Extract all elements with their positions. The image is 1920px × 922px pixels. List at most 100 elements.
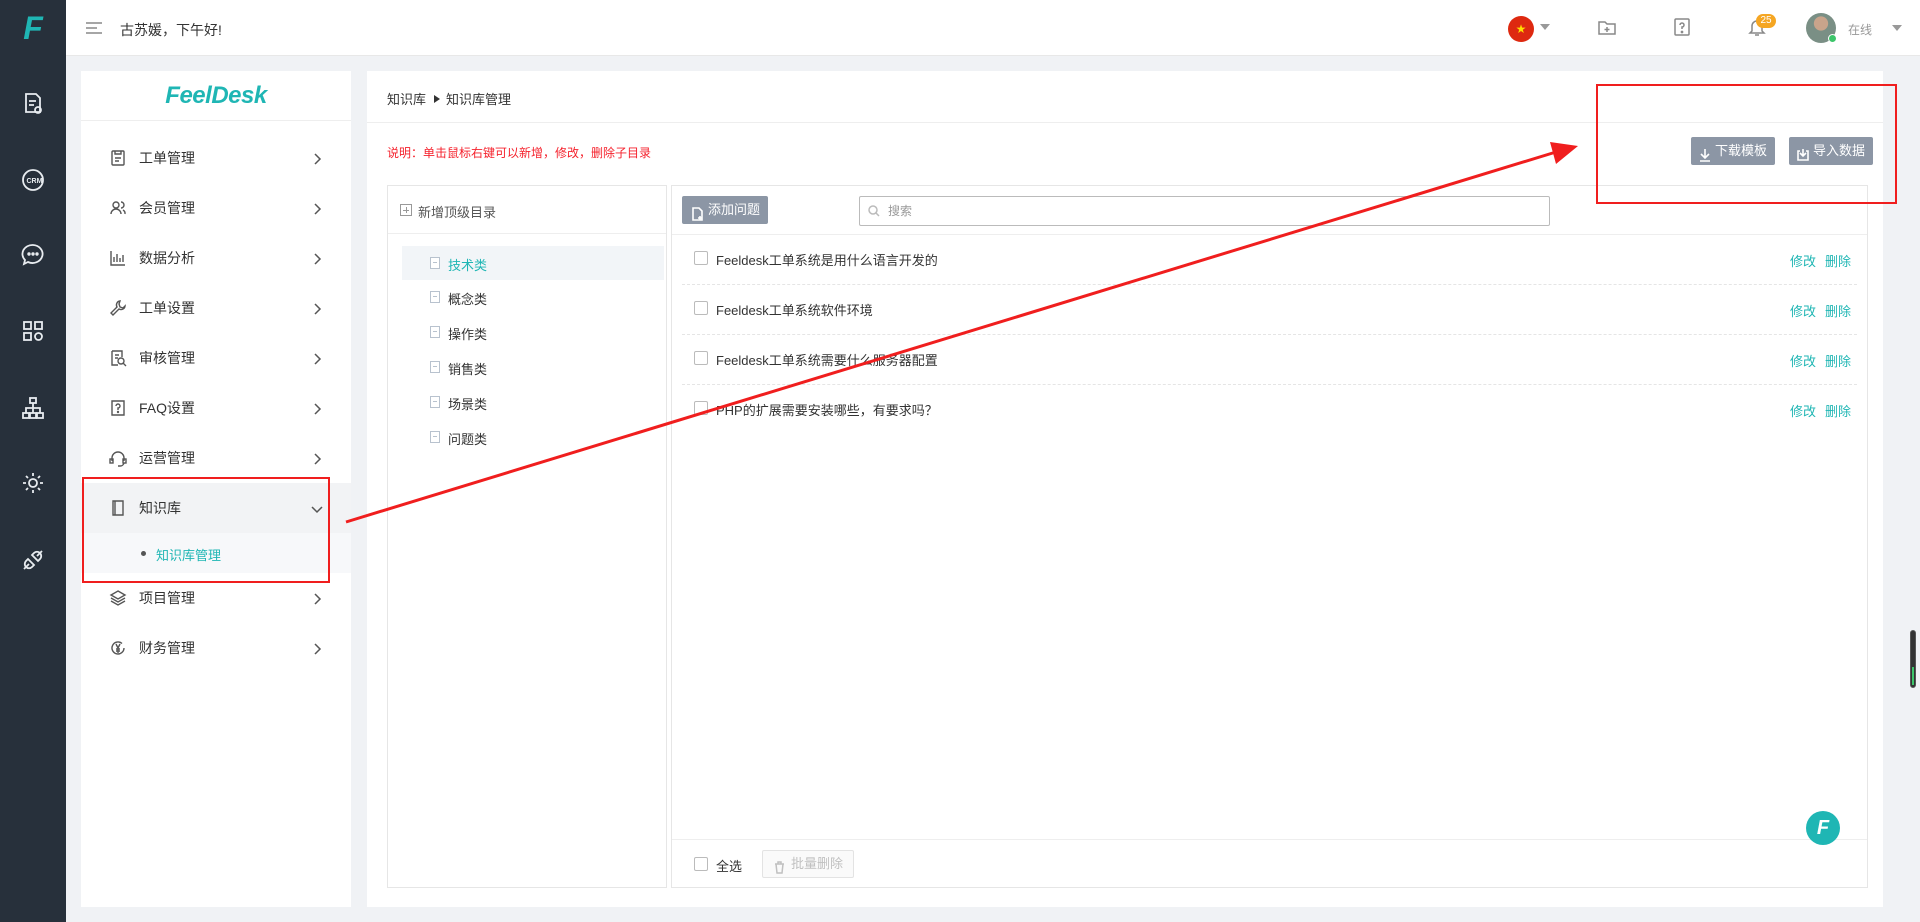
edit-link[interactable]: 修改 — [1790, 251, 1816, 270]
edit-link[interactable]: 修改 — [1790, 301, 1816, 320]
chevron-right-icon — [311, 203, 322, 215]
chevron-right-icon — [311, 643, 322, 655]
document-icon — [430, 396, 440, 408]
help-icon[interactable] — [1671, 16, 1695, 40]
question-row: Feeldesk工单系统需要什么服务器配置 修改 删除 — [682, 335, 1857, 385]
chat-bubble-icon[interactable] — [0, 235, 66, 275]
audit-icon — [109, 349, 127, 367]
sidebar-item-analytics[interactable]: 数据分析 — [81, 233, 351, 283]
top-bar: 古苏媛，下午好! ★ 25 在线 — [66, 0, 1920, 56]
delete-link[interactable]: 删除 — [1825, 351, 1851, 370]
sidebar-item-faq[interactable]: FAQ设置 — [81, 383, 351, 433]
question-title[interactable]: Feeldesk工单系统是用什么语言开发的 — [716, 250, 938, 269]
folder-add-icon[interactable] — [1596, 16, 1620, 40]
tree-node-label: 操作类 — [448, 327, 488, 342]
tree-node-concept[interactable]: 概念类 — [402, 280, 664, 314]
delete-link[interactable]: 删除 — [1825, 301, 1851, 320]
add-root-category-label: 新增顶级目录 — [418, 205, 497, 220]
bullet-icon — [141, 551, 146, 556]
breadcrumb-current: 知识库管理 — [446, 92, 512, 107]
search-input[interactable] — [888, 201, 1488, 221]
document-icon — [430, 291, 440, 303]
sidebar-item-operations[interactable]: 运营管理 — [81, 433, 351, 483]
scroll-indicator[interactable] — [1910, 630, 1916, 688]
download-template-button[interactable]: 下载模板 — [1691, 137, 1776, 165]
sidebar-item-label: 运营管理 — [139, 450, 195, 466]
greeting-text: 古苏媛，下午好! — [120, 22, 222, 38]
question-title[interactable]: Feeldesk工单系统需要什么服务器配置 — [716, 350, 938, 369]
ticket-icon — [109, 149, 127, 167]
tree-node-scenario[interactable]: 场景类 — [402, 385, 664, 419]
org-tree-icon[interactable] — [0, 388, 66, 428]
row-checkbox[interactable] — [694, 251, 708, 265]
row-checkbox[interactable] — [694, 351, 708, 365]
question-row: Feeldesk工单系统是用什么语言开发的 修改 删除 — [682, 235, 1857, 285]
edit-link[interactable]: 修改 — [1790, 351, 1816, 370]
select-all-checkbox[interactable] — [694, 857, 708, 871]
breadcrumb-separator-icon — [434, 95, 441, 103]
row-checkbox[interactable] — [694, 301, 708, 315]
crm-icon[interactable]: CRM — [0, 160, 66, 200]
sidebar-item-label: 工单设置 — [139, 300, 195, 316]
gear-icon[interactable] — [0, 463, 66, 503]
plug-icon[interactable] — [0, 540, 66, 580]
chevron-right-icon — [311, 403, 322, 415]
operations-icon — [109, 449, 127, 467]
tree-node-sales[interactable]: 销售类 — [402, 350, 664, 384]
delete-link[interactable]: 删除 — [1825, 401, 1851, 420]
sidebar-item-audit[interactable]: 审核管理 — [81, 333, 351, 383]
chevron-right-icon — [311, 303, 322, 315]
edit-link[interactable]: 修改 — [1790, 401, 1816, 420]
sidebar-item-ticket-settings[interactable]: 工单设置 — [81, 283, 351, 333]
import-data-button[interactable]: 导入数据 — [1789, 137, 1874, 165]
sidebar-item-label: 财务管理 — [139, 640, 195, 656]
language-flag-icon[interactable]: ★ — [1508, 16, 1534, 42]
sidebar-subitem-knowledge-management[interactable]: 知识库管理 — [81, 533, 351, 573]
download-icon — [1698, 144, 1712, 162]
search-box[interactable] — [859, 196, 1550, 226]
status-dropdown-icon[interactable] — [1892, 25, 1902, 31]
tree-node-issue[interactable]: 问题类 — [402, 420, 664, 454]
tree-node-tech[interactable]: 技术类 — [402, 246, 664, 280]
svg-text:CRM: CRM — [27, 178, 43, 185]
breadcrumb: 知识库 知识库管理 — [387, 89, 511, 108]
add-document-icon — [690, 203, 704, 221]
sidebar: FeelDesk 工单管理 会员管理 数据分析 工单设置 审核管理 FAQ设置 … — [81, 71, 351, 907]
sidebar-item-label: 知识库 — [139, 500, 181, 516]
select-all-label[interactable]: 全选 — [716, 856, 742, 875]
apps-grid-icon[interactable] — [0, 311, 66, 351]
document-icon — [430, 257, 440, 269]
question-row: Feeldesk工单系统软件环境 修改 删除 — [682, 285, 1857, 335]
question-list-panel: 添加问题 Feeldesk工单系统是用什么语言开发的 修改 删除 Feeldes… — [671, 185, 1868, 888]
question-row: PHP的扩展需要安装哪些，有要求吗？ 修改 删除 — [682, 385, 1857, 435]
add-root-category-button[interactable]: 新增顶级目录 — [388, 186, 666, 234]
bulk-delete-button[interactable]: 批量删除 — [762, 850, 855, 878]
sidebar-item-members[interactable]: 会员管理 — [81, 183, 351, 233]
delete-link[interactable]: 删除 — [1825, 251, 1851, 270]
tree-node-operation[interactable]: 操作类 — [402, 315, 664, 349]
sidebar-item-projects[interactable]: 项目管理 — [81, 573, 351, 623]
row-checkbox[interactable] — [694, 401, 708, 415]
breadcrumb-item[interactable]: 知识库 — [387, 92, 426, 107]
sidebar-item-tickets[interactable]: 工单管理 — [81, 133, 351, 183]
ticket-settings-icon[interactable] — [0, 84, 66, 124]
add-question-button[interactable]: 添加问题 — [682, 196, 769, 224]
chevron-right-icon — [311, 353, 322, 365]
question-title[interactable]: PHP的扩展需要安装哪些，有要求吗？ — [716, 400, 938, 419]
language-dropdown-icon[interactable] — [1540, 24, 1550, 30]
question-title[interactable]: Feeldesk工单系统软件环境 — [716, 300, 873, 319]
app-logo[interactable]: F — [0, 0, 66, 56]
sidebar-item-label: 数据分析 — [139, 250, 195, 266]
list-footer: 全选 批量删除 — [672, 839, 1867, 887]
chevron-right-icon — [311, 453, 322, 465]
layers-icon — [109, 589, 127, 607]
menu-toggle-icon[interactable] — [84, 18, 104, 38]
sidebar-item-label: FAQ设置 — [139, 400, 196, 416]
bar-chart-icon — [109, 249, 127, 267]
support-chat-button[interactable]: F — [1806, 811, 1840, 845]
brand-logo: FeelDesk — [81, 71, 351, 121]
user-status[interactable]: 在线 — [1848, 21, 1872, 38]
chevron-down-icon — [311, 503, 323, 514]
sidebar-item-knowledge-base[interactable]: 知识库 — [81, 483, 351, 533]
sidebar-item-finance[interactable]: 财务管理 — [81, 623, 351, 673]
